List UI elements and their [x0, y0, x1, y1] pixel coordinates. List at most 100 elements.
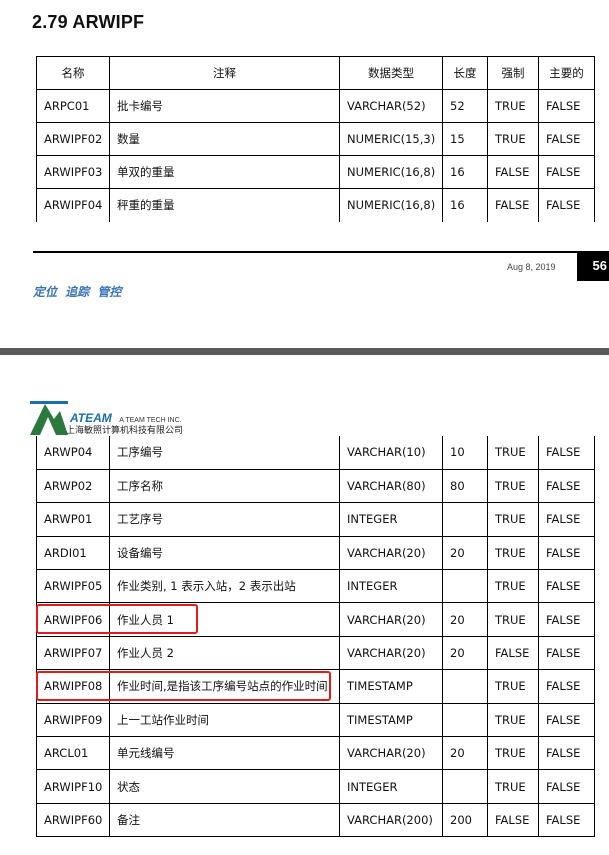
- table-row: ARCL01 单元线编号 VARCHAR(20) 20 TRUE FALSE: [36, 736, 595, 771]
- cell-datatype: INTEGER: [339, 502, 443, 537]
- cell-datatype: VARCHAR(52): [339, 89, 443, 123]
- footer-date: Aug 8, 2019: [507, 262, 556, 272]
- cell-name: ARWIPF02: [36, 122, 110, 156]
- highlight-box-arwipf08: [36, 671, 331, 701]
- cell-length: [442, 769, 488, 804]
- cell-datatype: NUMERIC(16,8): [339, 155, 443, 189]
- cell-comment: 工序编号: [109, 436, 340, 470]
- cell-primary: FALSE: [538, 769, 595, 804]
- cell-length: 80: [442, 468, 488, 504]
- cell-name: ARWP01: [36, 502, 110, 537]
- cell-primary: FALSE: [538, 468, 595, 504]
- page-number: 56: [577, 251, 609, 281]
- cell-length: 10: [442, 436, 488, 470]
- brand-cn-name: 上海敏照计算机科技有限公司: [66, 426, 184, 436]
- table-row: ARWIPF03 单双的重量 NUMERIC(16,8) 16 FALSE FALSE: [36, 155, 595, 189]
- col-header-primary: 主要的: [538, 56, 595, 90]
- cell-mandatory: TRUE: [487, 702, 539, 738]
- table-row: ARWIPF05 作业类别, 1 表示入站，2 表示出站 INTEGER TRUE FA…: [36, 569, 595, 604]
- table-row: ARWP04 工序编号 VARCHAR(10) 10 TRUE FALSE: [36, 436, 595, 470]
- cell-mandatory: FALSE: [487, 155, 539, 189]
- cell-name: ARWIPF05: [36, 569, 110, 604]
- field-table-page-57: ARWP04 工序编号 VARCHAR(10) 10 TRUE FALSE ARWP02 工序…: [36, 436, 595, 838]
- cell-name: ARPC01: [36, 89, 110, 123]
- cell-mandatory: TRUE: [487, 89, 539, 123]
- cell-datatype: NUMERIC(15,3): [339, 122, 443, 156]
- cell-comment: 单元线编号: [109, 736, 340, 771]
- cell-datatype: VARCHAR(80): [339, 468, 443, 504]
- table-header-row: 名称 注释 数据类型 长度 强制 主要的: [36, 56, 595, 90]
- col-header-name: 名称: [36, 56, 110, 90]
- cell-comment: 单双的重量: [109, 155, 340, 189]
- cell-primary: FALSE: [538, 602, 595, 637]
- cell-primary: FALSE: [538, 502, 595, 537]
- cell-primary: FALSE: [538, 89, 595, 123]
- cell-comment: 设备编号: [109, 535, 340, 571]
- table-row: ARDI01 设备编号 VARCHAR(20) 20 TRUE FALSE: [36, 535, 595, 571]
- cell-length: [442, 702, 488, 738]
- footer-slogan: 定位 追踪 管控: [33, 285, 122, 299]
- cell-primary: FALSE: [538, 436, 595, 470]
- cell-datatype: INTEGER: [339, 769, 443, 804]
- cell-mandatory: TRUE: [487, 502, 539, 537]
- cell-primary: FALSE: [538, 122, 595, 156]
- cell-datatype: VARCHAR(20): [339, 736, 443, 771]
- cell-mandatory: TRUE: [487, 602, 539, 637]
- cell-length: [442, 569, 488, 604]
- cell-name: ARWIPF10: [36, 769, 110, 804]
- cell-primary: FALSE: [538, 188, 595, 222]
- table-row: ARWIPF04 秤重的重量 NUMERIC(16,8) 16 FALSE FALSE: [36, 188, 595, 222]
- cell-name: ARWIPF03: [36, 155, 110, 189]
- cell-comment: 工艺序号: [109, 502, 340, 537]
- cell-comment: 备注: [109, 802, 340, 838]
- cell-length: 15: [442, 122, 488, 156]
- cell-datatype: VARCHAR(20): [339, 635, 443, 671]
- cell-mandatory: TRUE: [487, 122, 539, 156]
- cell-length: 16: [442, 155, 488, 189]
- cell-length: 200: [442, 802, 488, 838]
- cell-comment: 工序名称: [109, 468, 340, 504]
- cell-length: 20: [442, 602, 488, 637]
- cell-mandatory: TRUE: [487, 569, 539, 604]
- cell-name: ARWIPF07: [36, 635, 110, 671]
- cell-comment: 批卡编号: [109, 89, 340, 123]
- table-row: ARWIPF09 上一工站作业时间 TIMESTAMP TRUE FALSE: [36, 702, 595, 738]
- cell-primary: FALSE: [538, 155, 595, 189]
- cell-mandatory: TRUE: [487, 736, 539, 771]
- cell-length: 20: [442, 635, 488, 671]
- cell-primary: FALSE: [538, 569, 595, 604]
- table-row: ARWP02 工序名称 VARCHAR(80) 80 TRUE FALSE: [36, 468, 595, 504]
- cell-comment: 上一工站作业时间: [109, 702, 340, 738]
- page-separator: [0, 348, 609, 355]
- cell-datatype: INTEGER: [339, 569, 443, 604]
- table-row: ARPC01 批卡编号 VARCHAR(52) 52 TRUE FALSE: [36, 89, 595, 123]
- cell-primary: FALSE: [538, 702, 595, 738]
- cell-datatype: TIMESTAMP: [339, 669, 443, 704]
- col-header-datatype: 数据类型: [339, 56, 443, 90]
- cell-length: 20: [442, 736, 488, 771]
- cell-length: 20: [442, 535, 488, 571]
- section-title: 2.79 ARWIPF: [32, 12, 145, 32]
- cell-length: 16: [442, 188, 488, 222]
- cell-comment: 状态: [109, 769, 340, 804]
- cell-comment: 秤重的重量: [109, 188, 340, 222]
- cell-comment: 作业人员 2: [109, 635, 340, 671]
- col-header-mandatory: 强制: [487, 56, 539, 90]
- cell-mandatory: FALSE: [487, 635, 539, 671]
- cell-primary: FALSE: [538, 669, 595, 704]
- cell-primary: FALSE: [538, 535, 595, 571]
- table-row: ARWP01 工艺序号 INTEGER TRUE FALSE: [36, 502, 595, 537]
- cell-mandatory: TRUE: [487, 769, 539, 804]
- cell-mandatory: TRUE: [487, 535, 539, 571]
- cell-name: ARWIPF04: [36, 188, 110, 222]
- highlight-box-arwipf06: [36, 604, 198, 634]
- footer-divider: [33, 251, 577, 253]
- col-header-comment: 注释: [109, 56, 340, 90]
- cell-datatype: VARCHAR(20): [339, 602, 443, 637]
- cell-comment: 作业类别, 1 表示入站，2 表示出站: [109, 569, 340, 604]
- col-header-length: 长度: [442, 56, 488, 90]
- cell-mandatory: FALSE: [487, 188, 539, 222]
- cell-name: ARCL01: [36, 736, 110, 771]
- cell-datatype: VARCHAR(10): [339, 436, 443, 470]
- cell-datatype: VARCHAR(20): [339, 535, 443, 571]
